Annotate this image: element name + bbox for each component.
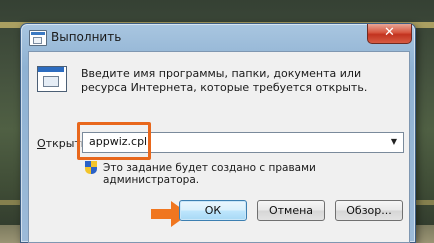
dialog-description: Введите имя программы, папки, документа … xyxy=(81,67,368,94)
admin-note: Это задание будет создано с правами адми… xyxy=(103,162,316,186)
window-title: Выполнить xyxy=(51,30,122,44)
dialog-client-area: Введите имя программы, папки, документа … xyxy=(28,51,410,243)
open-label-accelerator: О xyxy=(37,137,46,150)
run-window-icon xyxy=(29,30,47,46)
run-dialog-window: Выполнить ✕ Введите имя программы, папки… xyxy=(20,23,416,243)
browse-button[interactable]: Обзор... xyxy=(335,200,403,221)
uac-shield-icon xyxy=(85,161,97,174)
close-button[interactable]: ✕ xyxy=(367,24,412,44)
chevron-down-icon[interactable]: ▼ xyxy=(387,134,401,149)
input-highlight-box xyxy=(77,122,151,160)
title-bar[interactable]: Выполнить ✕ xyxy=(21,24,415,51)
cancel-button[interactable]: Отмена xyxy=(257,200,325,221)
run-program-icon xyxy=(37,66,67,92)
ok-button[interactable]: ОК xyxy=(179,200,247,221)
